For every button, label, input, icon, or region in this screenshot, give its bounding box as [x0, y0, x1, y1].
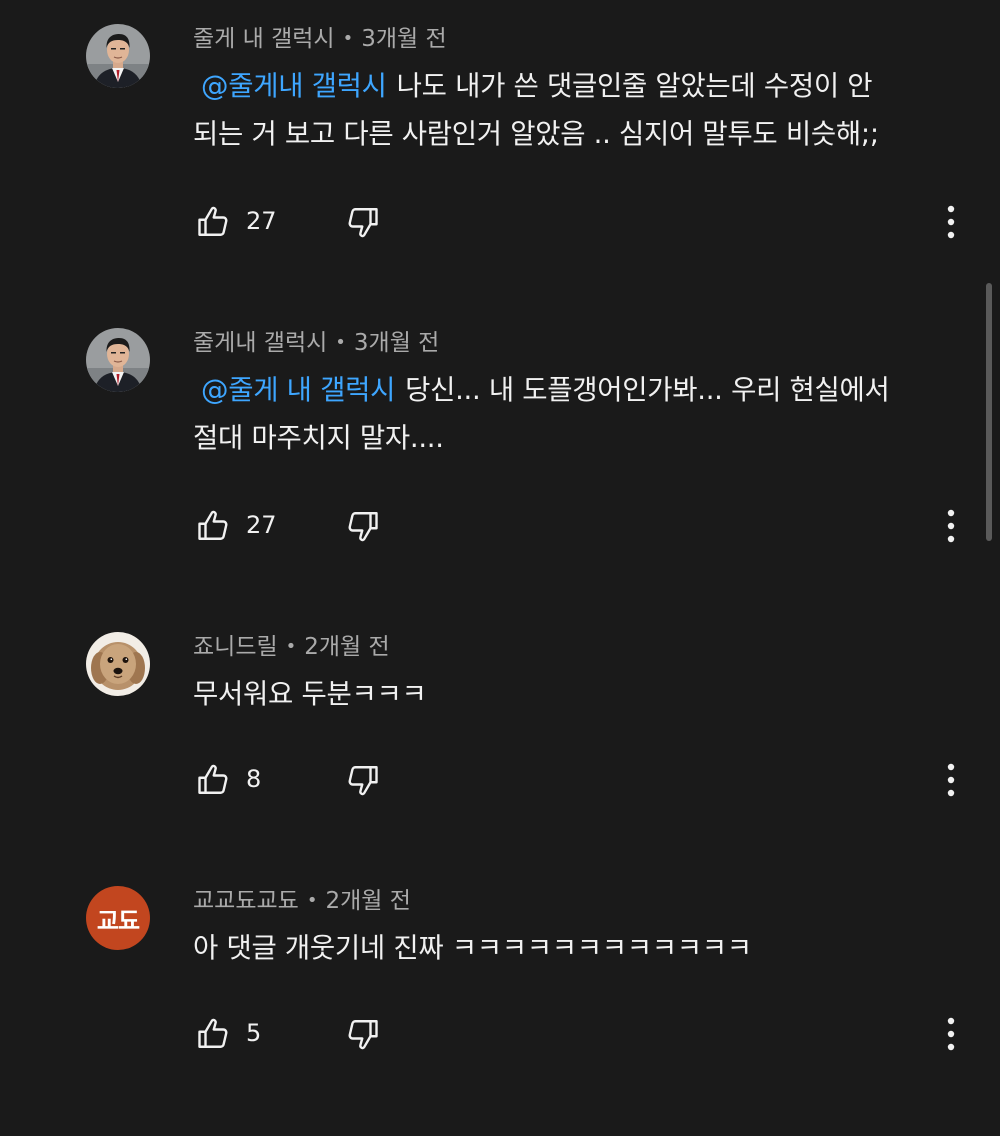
- comment-author[interactable]: 교교됴교됴: [193, 888, 299, 914]
- more-vertical-icon[interactable]: [936, 504, 966, 548]
- like-count: 27: [246, 207, 277, 235]
- comment-author[interactable]: 줄게 내 갤럭시: [193, 26, 335, 52]
- more-vertical-icon[interactable]: [936, 200, 966, 244]
- comment-text-line2: 되는 거 보고 다른 사람인거 알았음 .. 심지어 말투도 비슷해;;: [193, 118, 879, 150]
- comment-actions: 8: [0, 758, 1000, 802]
- more-vertical-icon[interactable]: [936, 1012, 966, 1056]
- comment-text: 아 댓글 개웃기네 진짜 ㅋㅋㅋㅋㅋㅋㅋㅋㅋㅋㅋㅋ: [193, 924, 963, 972]
- comment-author[interactable]: 죠니드릴: [193, 634, 278, 660]
- separator-dot: •: [306, 890, 318, 911]
- thumbs-down-icon[interactable]: [345, 762, 381, 798]
- separator-dot: •: [342, 28, 354, 49]
- comment-time: 2개월 전: [304, 634, 390, 660]
- comment-time: 3개월 전: [353, 330, 440, 356]
- comment-item: 교됴 교교됴교됴 • 2개월 전 아 댓글 개웃기네 진짜 ㅋㅋㅋㅋㅋㅋㅋㅋㅋㅋㅋㅋ…: [0, 862, 1000, 1082]
- avatar[interactable]: [86, 328, 150, 392]
- avatar-photo: [86, 24, 150, 88]
- avatar[interactable]: [86, 24, 150, 88]
- thumbs-down-icon[interactable]: [345, 1016, 381, 1052]
- comment-text-line1: 나도 내가 쓴 댓글인줄 알았는데 수정이 안: [396, 70, 873, 102]
- thumbs-up-icon[interactable]: [195, 762, 231, 798]
- comment-actions: 27: [0, 504, 1000, 548]
- comment-text-line1: 무서워요 두분ㅋㅋㅋ: [193, 678, 427, 710]
- comment-text: @줄게 내 갤럭시 당신... 내 도플갱어인가봐... 우리 현실에서 절대 마…: [193, 366, 963, 462]
- comment-actions: 27: [0, 200, 1000, 244]
- comment-meta: 교교됴교됴 • 2개월 전: [193, 886, 411, 916]
- comment-meta: 죠니드릴 • 2개월 전: [193, 632, 390, 662]
- comment-text-line1: 당신... 내 도플갱어인가봐... 우리 현실에서: [405, 374, 890, 406]
- comment-text-line1: 아 댓글 개웃기네 진짜 ㅋㅋㅋㅋㅋㅋㅋㅋㅋㅋㅋㅋ: [193, 932, 752, 964]
- mention-link[interactable]: @줄게내 갤럭시: [201, 70, 387, 102]
- avatar-photo: [86, 328, 150, 392]
- thumbs-down-icon[interactable]: [345, 508, 381, 544]
- thumbs-up-icon[interactable]: [195, 1016, 231, 1052]
- like-count: 27: [246, 511, 277, 539]
- like-count: 8: [246, 765, 262, 793]
- like-count: 5: [246, 1019, 262, 1047]
- separator-dot: •: [335, 332, 346, 353]
- comment-meta: 줄게내 갤럭시 • 3개월 전: [193, 328, 439, 358]
- avatar[interactable]: [86, 632, 150, 696]
- thumbs-up-icon[interactable]: [195, 204, 231, 240]
- more-vertical-icon[interactable]: [936, 758, 966, 802]
- comment-time: 3개월 전: [361, 26, 447, 52]
- scrollbar[interactable]: [986, 283, 992, 541]
- comment-meta: 줄게 내 갤럭시 • 3개월 전: [193, 24, 447, 54]
- avatar[interactable]: 교됴: [86, 886, 150, 950]
- comment-text-line2: 절대 마주치지 말자....: [193, 422, 444, 454]
- comment-author[interactable]: 줄게내 갤럭시: [193, 330, 327, 356]
- thumbs-down-icon[interactable]: [345, 204, 381, 240]
- thumbs-up-icon[interactable]: [195, 508, 231, 544]
- separator-dot: •: [285, 636, 297, 657]
- comment-item: 줄게내 갤럭시 • 3개월 전 @줄게 내 갤럭시 당신... 내 도플갱어인가봐..…: [0, 304, 1000, 564]
- mention-link[interactable]: @줄게 내 갤럭시: [201, 374, 395, 406]
- comment-time: 2개월 전: [325, 888, 411, 914]
- comment-actions: 5: [0, 1012, 1000, 1056]
- comment-item: 죠니드릴 • 2개월 전 무서워요 두분ㅋㅋㅋ 8: [0, 608, 1000, 828]
- avatar-initials: 교됴: [96, 906, 140, 935]
- comment-text: @줄게내 갤럭시 나도 내가 쓴 댓글인줄 알았는데 수정이 안 되는 거 보고 …: [193, 62, 963, 158]
- comment-item: 줄게 내 갤럭시 • 3개월 전 @줄게내 갤럭시 나도 내가 쓴 댓글인줄 알았는데…: [0, 0, 1000, 260]
- avatar-photo: [86, 632, 150, 696]
- comment-text: 무서워요 두분ㅋㅋㅋ: [193, 670, 963, 718]
